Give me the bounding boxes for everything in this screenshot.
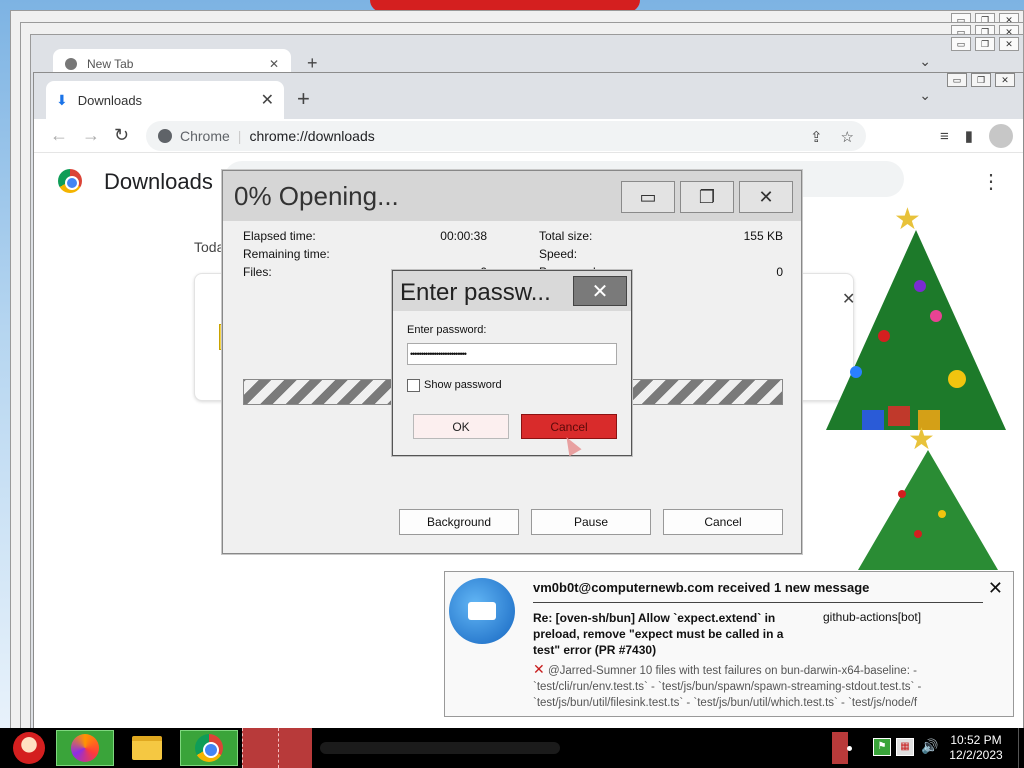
message-preview: ✕ @Jarred-Sumner 10 files with test fail…: [533, 661, 1003, 711]
santa-start-icon: [13, 732, 45, 764]
folder-icon: [132, 736, 162, 760]
toolbar: ← → ↻ Chrome | chrome://downloads ⇪ ☆ ≡ …: [34, 119, 1023, 153]
taskbar-blank-area: [320, 742, 560, 754]
total-size-label: Total size:: [539, 229, 593, 243]
ok-button[interactable]: OK: [413, 414, 509, 439]
failure-icon: ✕: [533, 661, 545, 677]
password-field[interactable]: ••••••••••••••••••••••••••: [407, 343, 617, 365]
tray-app-indicator[interactable]: [832, 732, 848, 764]
taskbar-firefox[interactable]: [56, 730, 114, 766]
taskbar-app-button[interactable]: [278, 728, 312, 768]
minimize-button[interactable]: ▭: [947, 73, 967, 87]
files-label: Files:: [243, 265, 272, 279]
divider: [533, 602, 983, 603]
elapsed-time-value: 00:00:38: [440, 229, 487, 243]
total-size-value: 155 KB: [743, 229, 783, 243]
media-control-icon[interactable]: ≡: [940, 128, 949, 145]
taskbar-file-explorer[interactable]: [118, 730, 176, 766]
chrome-icon: [158, 129, 172, 143]
side-panel-icon[interactable]: ▮: [965, 127, 973, 145]
clock-time: 10:52 PM: [950, 733, 1002, 747]
new-mail-notification[interactable]: vm0b0t@computernewb.com received 1 new m…: [444, 571, 1014, 717]
show-desktop-button[interactable]: [1018, 728, 1024, 768]
chrome-logo-icon: [58, 169, 82, 193]
tab-title: Downloads: [77, 92, 143, 108]
star-icon[interactable]: ☆: [841, 128, 854, 146]
chevron-down-icon[interactable]: ⌄: [919, 87, 931, 104]
clock-date: 12/2/2023: [949, 748, 1003, 762]
close-window-button[interactable]: ✕: [995, 73, 1015, 87]
background-tab-title: New Tab: [87, 57, 134, 71]
message-preview-text: @Jarred-Sumner 10 files with test failur…: [533, 665, 922, 709]
action-center-flag-icon[interactable]: ⚑: [873, 738, 891, 756]
download-icon: ⬇: [56, 91, 68, 108]
omnibox-separator: |: [237, 128, 242, 144]
message-sender: github-actions[bot]: [823, 610, 922, 624]
window-controls: ▭ ❐ ✕: [947, 73, 1015, 87]
chevron-down-icon[interactable]: ⌄: [919, 53, 931, 70]
tab-strip: ⬇ Downloads ✕ + ⌄ ▭ ❐ ✕: [34, 73, 1023, 119]
dialog-title: 0% Opening...: [234, 181, 399, 211]
tab-downloads[interactable]: ⬇ Downloads ✕: [46, 81, 284, 119]
close-icon[interactable]: ✕: [988, 578, 1003, 599]
new-tab-button[interactable]: +: [297, 86, 310, 112]
processed-value: 0: [776, 265, 783, 279]
message-subject: Re: [oven-sh/bun] Allow `expect.extend` …: [533, 611, 784, 657]
taskbar-app-button[interactable]: [242, 728, 278, 768]
address-bar[interactable]: Chrome | chrome://downloads ⇪ ☆: [146, 121, 866, 151]
background-button[interactable]: Background: [399, 509, 519, 535]
close-button[interactable]: ✕: [573, 276, 627, 306]
enter-password-dialog: Enter passw... ✕ Enter password: •••••••…: [392, 270, 632, 456]
show-password-label[interactable]: Show password: [424, 379, 502, 391]
dialog-title: Enter passw...: [400, 279, 551, 306]
chrome-tab-icon: [65, 58, 77, 70]
password-label: Enter password:: [407, 324, 487, 336]
site-label: Chrome: [180, 128, 230, 144]
page-title: Downloads: [104, 169, 213, 194]
reload-button[interactable]: ↻: [114, 125, 129, 146]
firefox-icon: [71, 734, 99, 762]
new-tab-button[interactable]: +: [307, 53, 318, 74]
elapsed-time-label: Elapsed time:: [243, 229, 316, 243]
remaining-time-label: Remaining time:: [243, 247, 330, 261]
dialog-titlebar[interactable]: Enter passw... ✕: [393, 271, 631, 311]
back-button[interactable]: ←: [50, 125, 68, 146]
pause-button[interactable]: Pause: [531, 509, 651, 535]
christmas-tree-decoration: ★ ★: [818, 203, 1024, 570]
taskbar: ⚑ ▦ 🔊 10:52 PM 12/2/2023: [0, 728, 1024, 768]
volume-icon[interactable]: 🔊: [921, 738, 938, 755]
notification-header: vm0b0t@computernewb.com received 1 new m…: [533, 580, 870, 595]
show-password-checkbox[interactable]: [407, 379, 420, 392]
close-icon[interactable]: ✕: [261, 90, 274, 110]
restore-button[interactable]: ❐: [680, 181, 734, 213]
close-button[interactable]: ✕: [739, 181, 793, 213]
dialog-titlebar[interactable]: 0% Opening... ▭ ❐ ✕: [223, 171, 801, 221]
profile-avatar[interactable]: [989, 124, 1013, 148]
cancel-button[interactable]: Cancel: [663, 509, 783, 535]
url-text[interactable]: chrome://downloads: [249, 128, 374, 144]
taskbar-chrome[interactable]: [180, 730, 238, 766]
forward-button[interactable]: →: [82, 125, 100, 146]
chrome-icon: [195, 734, 223, 762]
desktop: ▭ ❐ ✕ ▭ ❐ ✕ ▭ ❐ ✕ New Tab ✕ + ⌄ ⬇ Downloads ✕ …: [0, 0, 1024, 728]
share-icon[interactable]: ⇪: [810, 128, 823, 146]
speed-label: Speed:: [539, 247, 578, 261]
section-heading-today: Toda: [194, 239, 225, 255]
minimize-button[interactable]: ▭: [621, 181, 675, 213]
system-clock[interactable]: 10:52 PM 12/2/2023: [946, 733, 1006, 763]
restore-button[interactable]: ❐: [971, 73, 991, 87]
close-icon[interactable]: ✕: [269, 57, 279, 71]
more-menu-icon[interactable]: ⋮: [981, 169, 1001, 194]
tray-dot: [847, 746, 852, 751]
thunderbird-icon: [449, 578, 515, 644]
start-button[interactable]: [0, 730, 58, 766]
network-icon[interactable]: ▦: [896, 738, 914, 756]
